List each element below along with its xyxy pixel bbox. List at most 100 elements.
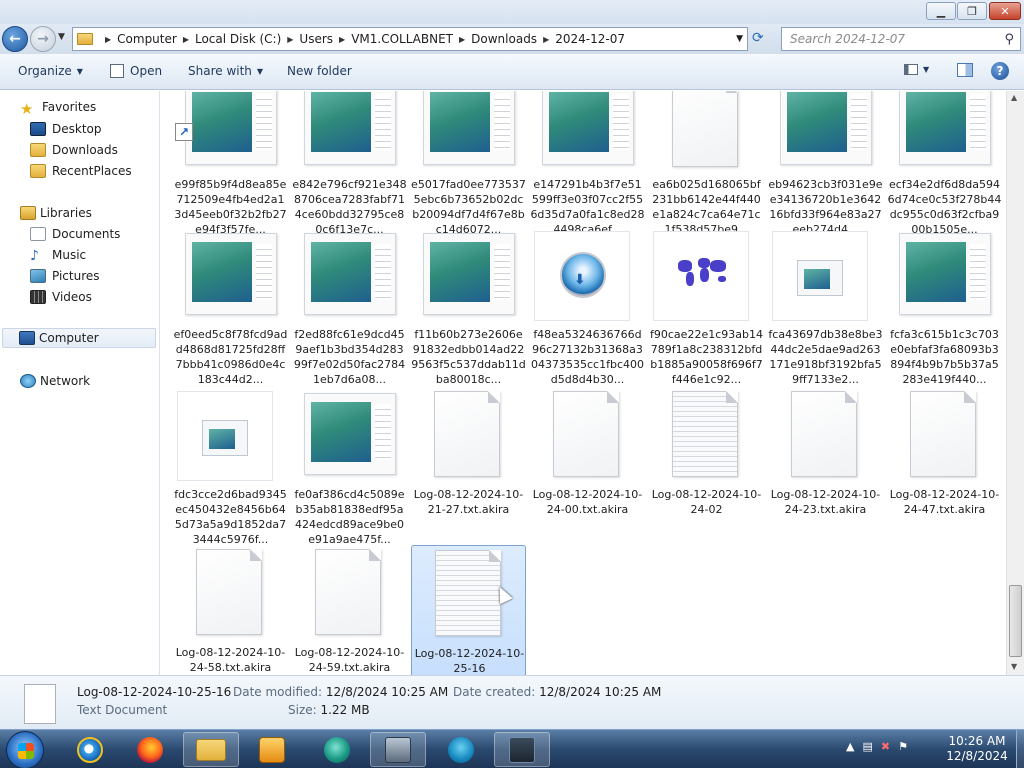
breadcrumb-users[interactable]: Users bbox=[299, 32, 333, 46]
chevron-right-icon[interactable]: ▶ bbox=[287, 35, 293, 44]
taskbar-windows-explorer[interactable] bbox=[183, 732, 239, 767]
open-button[interactable]: Open bbox=[110, 64, 162, 78]
breadcrumb-downloads[interactable]: Downloads bbox=[471, 32, 537, 46]
vertical-scrollbar[interactable]: ▲ ▼ bbox=[1006, 91, 1024, 675]
file-item[interactable]: fca43697db38e8be344dc2e5dae9ad263171e918… bbox=[768, 227, 883, 387]
file-item[interactable]: f11b60b273e2606e91832edbb014ad229563f5c5… bbox=[411, 227, 526, 387]
file-item[interactable]: e842e796cf921e3488706cea7283fabf714ce60b… bbox=[292, 91, 407, 237]
document-page bbox=[672, 391, 738, 477]
back-button[interactable]: ← bbox=[2, 26, 28, 52]
file-item[interactable]: Log-08-12-2024-10-24-23.txt.akira bbox=[768, 387, 883, 547]
breadcrumb-local-disk[interactable]: Local Disk (C:) bbox=[195, 32, 281, 46]
taskbar-screen-recorder[interactable] bbox=[370, 732, 426, 767]
document-page bbox=[196, 549, 262, 635]
nav-network[interactable]: Network bbox=[20, 371, 90, 391]
nav-music[interactable]: ♪ Music bbox=[30, 245, 86, 265]
address-dropdown-icon[interactable]: ▼ bbox=[736, 34, 743, 44]
nav-libraries[interactable]: Libraries bbox=[20, 203, 92, 223]
taskbar-media-player[interactable] bbox=[244, 732, 300, 767]
file-item[interactable]: ⬇ f48ea5324636766d96c27132b31368a30437353… bbox=[530, 227, 645, 387]
file-name: f48ea5324636766d96c27132b31368a304373535… bbox=[531, 328, 644, 386]
document-icon bbox=[649, 387, 764, 483]
organize-button[interactable]: Organize ▼ bbox=[18, 64, 83, 78]
file-item[interactable]: fcfa3c615b1c3c703e0ebfaf3fa68093b3894f4b… bbox=[887, 227, 1002, 387]
file-item[interactable]: fdc3cce2d6bad9345ec450432e8456b645d73a5a… bbox=[173, 387, 288, 547]
chevron-right-icon[interactable]: ▶ bbox=[183, 35, 189, 44]
person-icon bbox=[448, 736, 474, 763]
file-item[interactable]: Log-08-12-2024-10-24-00.txt.akira bbox=[530, 387, 645, 547]
taskbar-app-figure[interactable] bbox=[433, 732, 489, 767]
scroll-down-icon[interactable]: ▼ bbox=[1011, 662, 1017, 671]
nav-computer[interactable]: Computer bbox=[2, 328, 156, 348]
file-item[interactable]: Log-08-12-2024-10-24-59.txt.akira bbox=[292, 545, 407, 675]
file-name: Log-08-12-2024-10-24-00.txt.akira bbox=[532, 488, 643, 516]
nav-documents[interactable]: Documents bbox=[30, 224, 120, 244]
nav-desktop[interactable]: Desktop bbox=[30, 119, 102, 139]
change-view-button[interactable]: ▼ bbox=[904, 64, 929, 75]
nav-downloads[interactable]: Downloads bbox=[30, 140, 118, 160]
file-item[interactable]: fe0af386cd4c5089eb35ab81838edf95a424edcd… bbox=[292, 387, 407, 547]
file-item[interactable]: ef0eed5c8f78fcd9add4868d81725fd28ff7bbb4… bbox=[173, 227, 288, 387]
taskbar-firefox[interactable] bbox=[122, 732, 178, 767]
address-bar[interactable]: ▶ Computer ▶ Local Disk (C:) ▶ Users ▶ V… bbox=[72, 27, 748, 51]
close-button[interactable]: ✕ bbox=[989, 2, 1021, 20]
volume-muted-icon[interactable]: ✖ bbox=[881, 740, 890, 753]
chevron-right-icon[interactable]: ▶ bbox=[459, 35, 465, 44]
file-item[interactable]: ↗ e99f85b9f4d8ea85e712509e4fb4ed2a13d45ee… bbox=[173, 91, 288, 237]
file-item[interactable]: ecf34e2df6d8da5946d74ce0c53f278b44dc955c… bbox=[887, 91, 1002, 237]
file-item[interactable]: e147291b4b3f7e51599ff3e03f07cc2f556d35d7… bbox=[530, 91, 645, 237]
forward-button[interactable]: → bbox=[30, 26, 56, 52]
star-icon: ★ bbox=[20, 100, 34, 118]
minimize-button[interactable]: ▁ bbox=[926, 2, 956, 20]
share-with-button[interactable]: Share with ▼ bbox=[188, 64, 263, 78]
download-arrow-icon: ⬇ bbox=[574, 272, 586, 288]
file-item[interactable]: ea6b025d168065bf231bb6142e44f440e1a824c7… bbox=[649, 91, 764, 237]
show-desktop-button[interactable] bbox=[1016, 730, 1024, 768]
search-icon[interactable]: ⚲ bbox=[1004, 32, 1014, 47]
file-item[interactable]: Log-08-12-2024-10-21-27.txt.akira bbox=[411, 387, 526, 547]
nav-pictures-label: Pictures bbox=[52, 269, 100, 283]
taskbar-internet-explorer[interactable] bbox=[62, 732, 118, 767]
chevron-right-icon[interactable]: ▶ bbox=[105, 35, 111, 44]
scroll-up-icon[interactable]: ▲ bbox=[1011, 93, 1017, 102]
search-input[interactable]: Search 2024-12-07 ⚲ bbox=[781, 27, 1021, 51]
breadcrumb-current-folder[interactable]: 2024-12-07 bbox=[555, 32, 625, 46]
chevron-right-icon[interactable]: ▶ bbox=[543, 35, 549, 44]
breadcrumb-user[interactable]: VM1.COLLABNET bbox=[351, 32, 453, 46]
file-item[interactable]: Log-08-12-2024-10-24-47.txt.akira bbox=[887, 387, 1002, 547]
recent-pages-dropdown[interactable]: ▼ bbox=[58, 32, 65, 42]
file-item[interactable]: Log-08-12-2024-10-24-58.txt.akira bbox=[173, 545, 288, 675]
show-hidden-icons-icon[interactable]: ▲ bbox=[846, 740, 854, 753]
file-item[interactable]: f2ed88fc61e9dcd459aef1b3bd354d28399f7e02… bbox=[292, 227, 407, 387]
organize-label: Organize bbox=[18, 64, 72, 78]
scrollbar-thumb[interactable] bbox=[1009, 585, 1022, 657]
nav-recent-places[interactable]: RecentPlaces bbox=[30, 161, 132, 181]
maximize-button[interactable]: ❐ bbox=[957, 2, 987, 20]
flag-icon[interactable]: ⚑ bbox=[898, 740, 908, 753]
file-item[interactable]: eb94623cb3f031e9ee34136720b1e364216bfd33… bbox=[768, 91, 883, 237]
date-created-value: 12/8/2024 10:25 AM bbox=[539, 685, 662, 699]
nav-computer-label: Computer bbox=[39, 331, 99, 345]
start-button[interactable] bbox=[6, 731, 44, 768]
taskbar-app-teal[interactable] bbox=[309, 732, 365, 767]
file-list[interactable]: ↗ e99f85b9f4d8ea85e712509e4fb4ed2a13d45ee… bbox=[160, 91, 1006, 675]
taskbar-system-monitor[interactable] bbox=[494, 732, 550, 767]
nav-videos[interactable]: Videos bbox=[30, 287, 92, 307]
new-folder-button[interactable]: New folder bbox=[287, 64, 352, 78]
image-thumbnail-icon bbox=[887, 227, 1002, 323]
file-item[interactable]: f90cae22e1c93ab14789f1a8c238312bfdb1885a… bbox=[649, 227, 764, 387]
file-item[interactable]: Log-08-12-2024-10-25-16 bbox=[411, 545, 526, 675]
recent-places-icon bbox=[30, 164, 46, 178]
nav-favorites[interactable]: ★ Favorites bbox=[20, 97, 96, 118]
nav-pictures[interactable]: Pictures bbox=[30, 266, 100, 286]
network-tray-icon[interactable]: ▤ bbox=[862, 740, 872, 753]
file-item[interactable]: Log-08-12-2024-10-24-02 bbox=[649, 387, 764, 547]
refresh-icon[interactable]: ⟳ bbox=[752, 30, 764, 46]
clock[interactable]: 10:26 AM 12/8/2024 bbox=[940, 734, 1014, 764]
title-bar: ▁ ❐ ✕ bbox=[0, 0, 1024, 24]
preview-pane-icon[interactable] bbox=[957, 63, 973, 77]
chevron-right-icon[interactable]: ▶ bbox=[339, 35, 345, 44]
file-item[interactable]: e5017fad0ee7735375ebc6b73652b02dcb20094d… bbox=[411, 91, 526, 237]
help-icon[interactable]: ? bbox=[991, 62, 1009, 80]
breadcrumb-computer[interactable]: Computer bbox=[117, 32, 177, 46]
